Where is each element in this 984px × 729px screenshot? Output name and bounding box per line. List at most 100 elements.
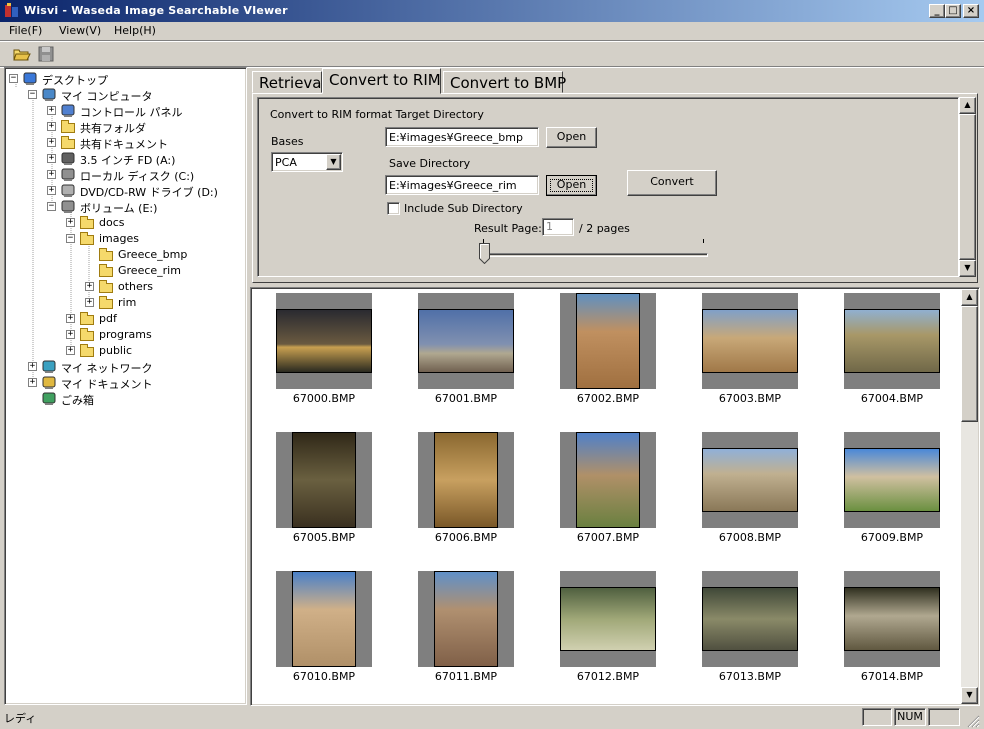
tree-collapse-icon[interactable]: −	[28, 90, 37, 99]
scroll-down-arrow-icon[interactable]: ▼	[959, 260, 976, 277]
thumb-scroll-thumb[interactable]	[961, 306, 978, 422]
open-folder-button[interactable]	[11, 44, 33, 65]
thumbnail-label: 67012.BMP	[576, 670, 640, 683]
include-sub-directory-checkbox[interactable]	[387, 202, 400, 215]
thumbnail[interactable]	[276, 293, 372, 389]
tree-expand-icon[interactable]: +	[85, 298, 94, 307]
folder-icon	[79, 215, 95, 231]
thumbnail-scrollbar[interactable]: ▲ ▼	[961, 289, 978, 704]
tree-expand-icon[interactable]: +	[28, 362, 37, 371]
title-bar: Wisvi - Waseda Image Searchable VIewer _…	[0, 0, 984, 22]
thumbnail[interactable]	[702, 432, 798, 528]
thumbnail-image	[844, 587, 940, 651]
save-icon	[38, 46, 54, 62]
thumbnail[interactable]	[702, 293, 798, 389]
maximize-button[interactable]: □	[945, 4, 961, 18]
convert-panel: Convert to RIM format Target Directory B…	[252, 93, 978, 283]
disk-icon	[60, 199, 76, 215]
thumb-scroll-down-arrow-icon[interactable]: ▼	[961, 687, 978, 704]
chevron-down-icon[interactable]: ▼	[326, 154, 341, 170]
tree-node-label: pdf	[99, 312, 117, 325]
thumbnail-label: 67009.BMP	[860, 531, 924, 544]
tree-expand-icon[interactable]: +	[66, 314, 75, 323]
tree-expand-icon[interactable]: +	[47, 106, 56, 115]
tree-collapse-icon[interactable]: −	[66, 234, 75, 243]
tree-node-label: docs	[99, 216, 125, 229]
thumbnail[interactable]	[844, 571, 940, 667]
tree-expand-icon[interactable]: +	[47, 154, 56, 163]
tree-node-label: programs	[99, 328, 152, 341]
scroll-thumb[interactable]	[959, 114, 976, 260]
convert-panel-scrollbar[interactable]: ▲ ▼	[959, 97, 976, 277]
thumbnail-image	[576, 293, 640, 389]
save-button[interactable]	[35, 44, 57, 65]
minimize-button[interactable]: _	[929, 4, 945, 18]
tree-expand-icon[interactable]: +	[85, 282, 94, 291]
save-directory-input[interactable]: E:¥images¥Greece_rim	[385, 175, 539, 195]
close-button[interactable]: ×	[963, 4, 979, 18]
thumbnail-image	[560, 587, 656, 651]
network-icon-shape	[42, 360, 56, 373]
convert-button[interactable]: Convert	[627, 170, 717, 196]
tree-expand-icon[interactable]: +	[47, 122, 56, 131]
menu-help[interactable]: Help(H)	[114, 24, 156, 37]
slider-thumb[interactable]	[479, 243, 490, 265]
save-directory-label: Save Directory	[389, 157, 471, 170]
tree-node-label: public	[99, 344, 133, 357]
resize-grip-icon[interactable]	[966, 714, 980, 728]
target-directory-input[interactable]: E:¥images¥Greece_bmp	[385, 127, 539, 147]
menu-file[interactable]: File(F)	[9, 24, 42, 37]
tree-node-label: images	[99, 232, 139, 245]
thumbnail[interactable]	[844, 293, 940, 389]
tree-expand-icon[interactable]: +	[28, 378, 37, 387]
result-page-input[interactable]: 1	[542, 218, 574, 236]
thumbnail-label: 67000.BMP	[292, 392, 356, 405]
folder-tree[interactable]: − デスクトップ − マイ コンピュータ + コントロール パネル + 共有フォルダ + 共有ドキ…	[4, 67, 247, 705]
thumbnail[interactable]	[276, 571, 372, 667]
open-target-button[interactable]: Open	[546, 127, 597, 148]
folder-shape	[99, 248, 113, 261]
thumbnail-image	[418, 309, 514, 373]
thumbnail[interactable]	[560, 432, 656, 528]
thumbnail[interactable]	[702, 571, 798, 667]
thumbnail[interactable]	[418, 432, 514, 528]
tab-retrieval[interactable]: Retrieval	[252, 71, 326, 93]
bases-select[interactable]: PCA ▼	[271, 152, 343, 172]
tree-collapse-icon[interactable]: −	[9, 74, 18, 83]
tree-node-label: ローカル ディスク (C:)	[80, 170, 195, 183]
thumbnail-label: 67004.BMP	[860, 392, 924, 405]
thumbnail[interactable]	[418, 571, 514, 667]
recycle-bin-icon-shape	[42, 392, 56, 405]
thumbnail[interactable]	[844, 432, 940, 528]
tree-node-label: コントロール パネル	[80, 106, 183, 119]
tree-expand-icon[interactable]: +	[47, 186, 56, 195]
menu-view[interactable]: View(V)	[59, 24, 101, 37]
thumbnail[interactable]	[560, 293, 656, 389]
tree-expand-icon[interactable]: +	[66, 346, 75, 355]
folder-icon	[98, 247, 114, 263]
scroll-up-arrow-icon[interactable]: ▲	[959, 97, 976, 114]
thumbnail[interactable]	[418, 293, 514, 389]
status-bar: レディ NUM	[0, 706, 984, 729]
tree-collapse-icon[interactable]: −	[47, 202, 56, 211]
tree-expand-icon[interactable]: +	[66, 330, 75, 339]
thumbnail-label: 67011.BMP	[434, 670, 498, 683]
tab-convert-to-rim[interactable]: Convert to RIM	[322, 68, 441, 94]
folder-icon	[98, 295, 114, 311]
thumbnail[interactable]	[276, 432, 372, 528]
tree-node-label: マイ ネットワーク	[61, 362, 153, 375]
tree-expand-icon[interactable]: +	[66, 218, 75, 227]
thumbnail-image	[576, 432, 640, 528]
result-page-slider[interactable]	[479, 239, 708, 269]
computer-icon	[41, 87, 57, 103]
folder-shape	[99, 296, 113, 309]
open-save-button[interactable]: Open	[546, 175, 597, 196]
tab-convert-to-bmp[interactable]: Convert to BMP	[443, 71, 566, 93]
tree-node-label: マイ ドキュメント	[61, 378, 153, 391]
thumb-scroll-up-arrow-icon[interactable]: ▲	[961, 289, 978, 306]
tree-expand-icon[interactable]: +	[47, 138, 56, 147]
tree-expand-icon[interactable]: +	[47, 170, 56, 179]
thumbnail[interactable]	[560, 571, 656, 667]
thumbnail-image	[702, 587, 798, 651]
tree-node-label: Greece_bmp	[118, 248, 188, 261]
